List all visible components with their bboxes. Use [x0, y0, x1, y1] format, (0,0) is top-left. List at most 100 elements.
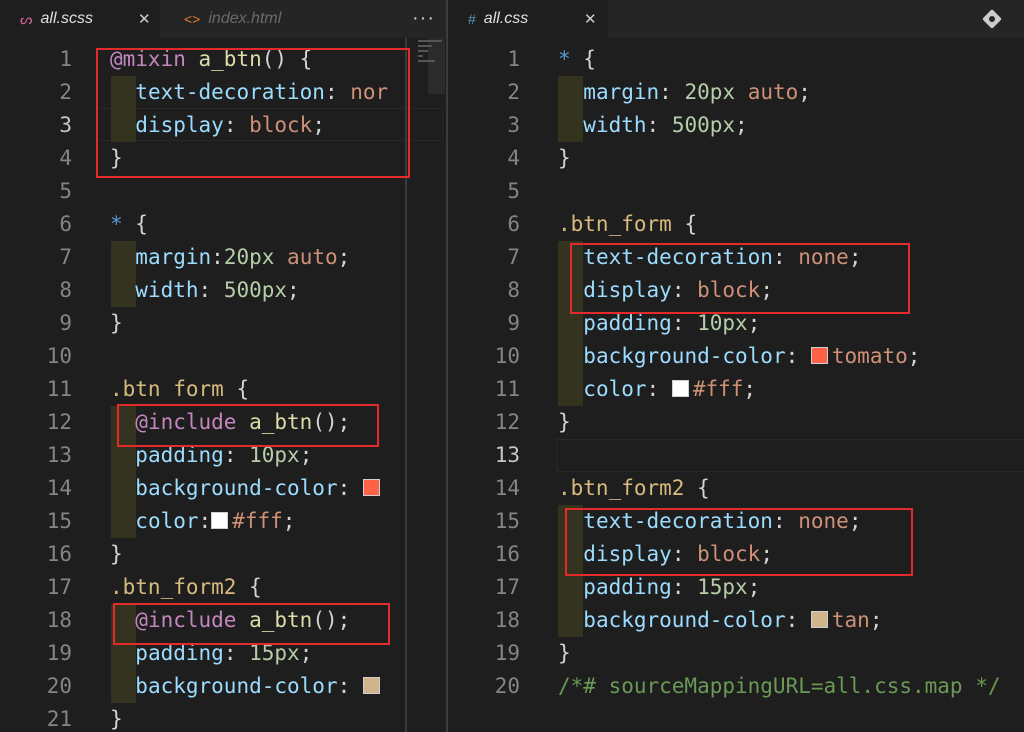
code-line[interactable]: 5 [448, 175, 1024, 208]
color-swatch[interactable] [362, 479, 380, 496]
code-token: : [659, 80, 685, 104]
code-token: color [135, 509, 199, 533]
code-token: width [583, 113, 647, 137]
code-line[interactable]: 17 .btn_form2 { [0, 571, 446, 604]
line-number: 3 [59, 113, 72, 137]
line-number: 15 [494, 509, 520, 533]
line-number: 1 [59, 47, 72, 71]
code-token: ; [869, 608, 883, 632]
code-token: : [785, 608, 811, 632]
line-number: 5 [59, 179, 72, 203]
code-token: : [785, 344, 811, 368]
tab-label: all.css [483, 10, 529, 27]
color-swatch[interactable] [362, 677, 380, 694]
code-line[interactable]: 2 margin: 20px auto; [448, 76, 1024, 109]
highlight-box-include-2 [113, 603, 390, 645]
code-token: } [558, 146, 571, 170]
code-text: * { [110, 208, 148, 241]
code-token: { [236, 575, 262, 599]
code-line[interactable]: 1 * { [448, 43, 1024, 76]
code-line[interactable]: 11 .btn form { [0, 373, 446, 406]
code-token: auto [747, 80, 799, 104]
code-token: margin [135, 245, 212, 269]
code-line[interactable]: 20 /*# sourceMappingURL=all.css.map */ [448, 670, 1024, 703]
code-line[interactable]: 20 background-color: [0, 670, 446, 703]
line-number: 10 [494, 344, 520, 368]
code-token: : [646, 113, 672, 137]
code-line[interactable]: 11 color: #fff; [448, 373, 1024, 406]
code-token: padding [583, 311, 672, 335]
code-line[interactable]: 14 .btn_form2 { [448, 472, 1024, 505]
color-swatch[interactable] [810, 611, 828, 628]
code-text: } [110, 703, 123, 732]
code-line[interactable]: 13 [448, 439, 1024, 472]
line-number: 13 [46, 443, 72, 467]
code-token: { [223, 377, 250, 401]
code-line[interactable]: 21} [0, 703, 446, 732]
close-icon[interactable]: ✕ [584, 10, 597, 28]
line-number: 11 [494, 377, 520, 401]
code-text: } [110, 307, 123, 340]
code-text: } [558, 637, 571, 670]
code-text: background-color: [110, 472, 384, 505]
code-line[interactable]: 5 [0, 175, 446, 208]
line-number: 7 [507, 245, 520, 269]
right-editor[interactable]: 1 * {2 margin: 20px auto; 3 width: 500px; 4… [448, 38, 1024, 732]
code-line[interactable]: 19} [448, 637, 1024, 670]
code-token: { [122, 212, 148, 236]
code-token: ; [287, 278, 300, 302]
code-line[interactable]: 6 .btn_form { [448, 208, 1024, 241]
line-number: 8 [507, 278, 520, 302]
line-number: 20 [494, 674, 520, 698]
code-line[interactable]: 14 background-color: [0, 472, 446, 505]
code-line[interactable]: 10 background-color: tomato; [448, 340, 1024, 373]
line-number: 1 [507, 47, 520, 71]
line-number: 4 [59, 146, 72, 170]
code-line[interactable]: 6 * { [0, 208, 446, 241]
code-token: auto [287, 245, 338, 269]
code-line[interactable]: 4} [448, 142, 1024, 175]
line-number: 13 [494, 443, 520, 467]
code-text: color: #fff; [558, 373, 756, 406]
code-line[interactable]: 16} [0, 538, 446, 571]
code-line[interactable]: 18 background-color: tan; [448, 604, 1024, 637]
code-token: : [337, 674, 363, 698]
git-compare-icon[interactable] [982, 9, 1002, 29]
code-line[interactable]: 3 width: 500px; [448, 109, 1024, 142]
close-icon[interactable]: ✕ [138, 10, 151, 28]
line-number: 4 [507, 146, 520, 170]
code-token: 15px [697, 575, 748, 599]
line-number: 2 [59, 80, 72, 104]
line-number: 15 [46, 509, 72, 533]
tab-label: all.scss [40, 10, 93, 27]
code-line[interactable]: 10 [0, 340, 446, 373]
highlight-box-mixin [96, 48, 410, 178]
highlight-box-include-1 [117, 404, 379, 447]
code-line[interactable]: 15 color: #fff; [0, 505, 446, 538]
code-token: #fff [692, 377, 744, 401]
color-swatch[interactable] [810, 347, 828, 364]
more-actions-icon[interactable]: ··· [412, 0, 435, 38]
code-line[interactable]: 7 margin:20px auto; [0, 241, 446, 274]
color-swatch[interactable] [211, 512, 229, 529]
tab-all-css[interactable]: # all.css ✕ [448, 0, 608, 38]
color-swatch[interactable] [671, 380, 689, 397]
code-token: { [684, 476, 710, 500]
code-token: } [558, 410, 571, 434]
code-token: ; [282, 509, 296, 533]
tab-all-scss[interactable]: ᔕ all.scss ✕ [0, 0, 160, 38]
code-line[interactable]: 8 width: 500px; [0, 274, 446, 307]
line-number: 19 [46, 641, 72, 665]
code-line[interactable]: 9} [0, 307, 446, 340]
tab-index-html[interactable]: <> index.html [160, 0, 330, 38]
line-number: 5 [507, 179, 520, 203]
minimap[interactable] [418, 40, 442, 100]
code-line[interactable]: 12} [448, 406, 1024, 439]
